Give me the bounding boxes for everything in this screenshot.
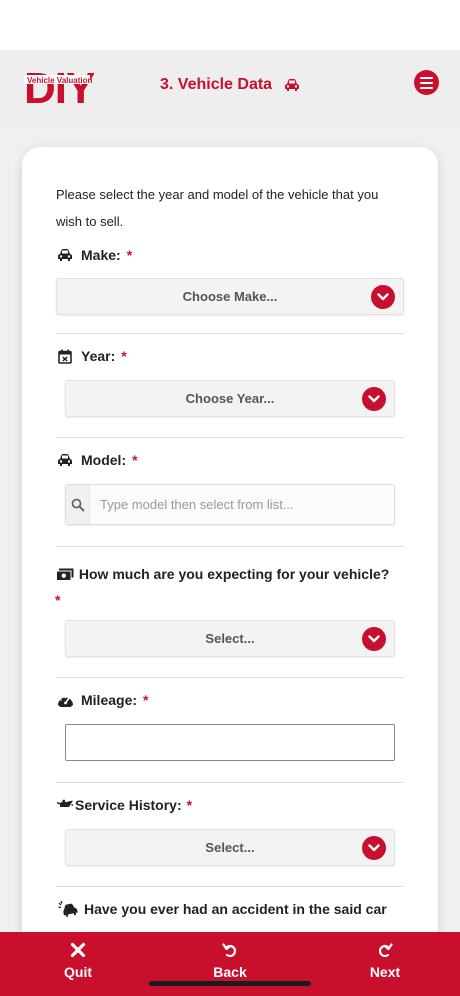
service-history-label: Service History: * xyxy=(55,797,192,813)
required-mark: * xyxy=(55,592,61,608)
divider xyxy=(56,333,404,334)
expecting-label-text: How much are you expecting for your vehi… xyxy=(78,566,390,582)
page-title-text: 3. Vehicle Data xyxy=(160,76,273,93)
make-label-text: Make: xyxy=(81,247,121,263)
required-mark: * xyxy=(143,692,149,708)
car-icon xyxy=(282,77,302,93)
year-label-text: Year: xyxy=(81,348,116,364)
chevron-down-icon xyxy=(362,627,386,651)
close-icon xyxy=(70,942,86,961)
expecting-select-value: Select... xyxy=(205,631,255,646)
back-label: Back xyxy=(213,964,247,980)
car-icon xyxy=(55,247,75,263)
expecting-select[interactable]: Select... xyxy=(65,620,395,657)
svg-text:Vehicle Valuation: Vehicle Valuation xyxy=(27,76,92,85)
service-history-select[interactable]: Select... xyxy=(65,829,395,866)
make-label: Make: * xyxy=(55,247,132,263)
money-icon xyxy=(55,567,75,583)
speedometer-icon xyxy=(55,692,75,708)
hamburger-icon xyxy=(420,76,433,79)
service-history-label-text: Service History: xyxy=(75,797,182,813)
mileage-label-text: Mileage: xyxy=(81,692,138,708)
undo-icon xyxy=(222,942,238,961)
vehicle-data-card: Please select the year and model of the … xyxy=(22,147,438,957)
model-search-input[interactable]: Type model then select from list... xyxy=(65,484,395,525)
page-title: 3. Vehicle Data xyxy=(160,76,302,94)
search-icon xyxy=(66,485,90,524)
hamburger-menu-button[interactable] xyxy=(414,70,439,95)
car-crash-icon xyxy=(58,901,78,917)
quit-button[interactable]: Quit xyxy=(43,942,113,992)
model-label-text: Model: xyxy=(81,452,127,468)
chevron-down-icon xyxy=(362,387,386,411)
expecting-label: How much are you expecting for your vehi… xyxy=(55,561,415,613)
divider xyxy=(56,782,404,783)
required-mark: * xyxy=(132,452,138,468)
divider xyxy=(56,546,404,547)
quit-label: Quit xyxy=(64,964,92,980)
diy-logo: DIY Vehicle Valuation xyxy=(22,61,96,113)
required-mark: * xyxy=(126,247,133,263)
chevron-down-icon xyxy=(371,285,395,309)
divider xyxy=(56,677,404,678)
model-search-placeholder: Type model then select from list... xyxy=(100,497,294,512)
home-indicator xyxy=(149,981,311,986)
accident-label-text: Have you ever had an accident in the sai… xyxy=(84,901,387,917)
make-select-value: Choose Make... xyxy=(182,289,278,304)
required-mark: * xyxy=(186,797,193,813)
status-bar-area xyxy=(0,0,460,50)
required-mark: * xyxy=(121,348,127,364)
app-header: DIY Vehicle Valuation 3. Vehicle Data xyxy=(0,50,460,125)
divider xyxy=(56,437,404,438)
year-label: Year: * xyxy=(55,348,127,364)
svg-text:DIY: DIY xyxy=(24,64,94,107)
accident-label: Have you ever had an accident in the sai… xyxy=(58,901,387,917)
mileage-input[interactable] xyxy=(65,724,395,761)
next-label: Next xyxy=(369,964,401,980)
divider xyxy=(56,886,404,887)
next-button[interactable]: Next xyxy=(350,942,420,992)
car-icon xyxy=(55,452,75,468)
chevron-down-icon xyxy=(362,836,386,860)
redo-icon xyxy=(377,942,393,961)
intro-text: Please select the year and model of the … xyxy=(56,187,379,229)
oil-can-icon xyxy=(55,797,75,813)
year-select-value: Choose Year... xyxy=(185,391,275,406)
calendar-icon xyxy=(55,348,75,364)
mileage-label: Mileage: * xyxy=(55,692,148,708)
bottom-navigation: Quit Back Next xyxy=(0,932,460,996)
make-select[interactable]: Choose Make... xyxy=(56,278,404,315)
model-label: Model: * xyxy=(55,452,138,468)
service-history-select-value: Select... xyxy=(205,840,255,855)
year-select[interactable]: Choose Year... xyxy=(65,380,395,417)
